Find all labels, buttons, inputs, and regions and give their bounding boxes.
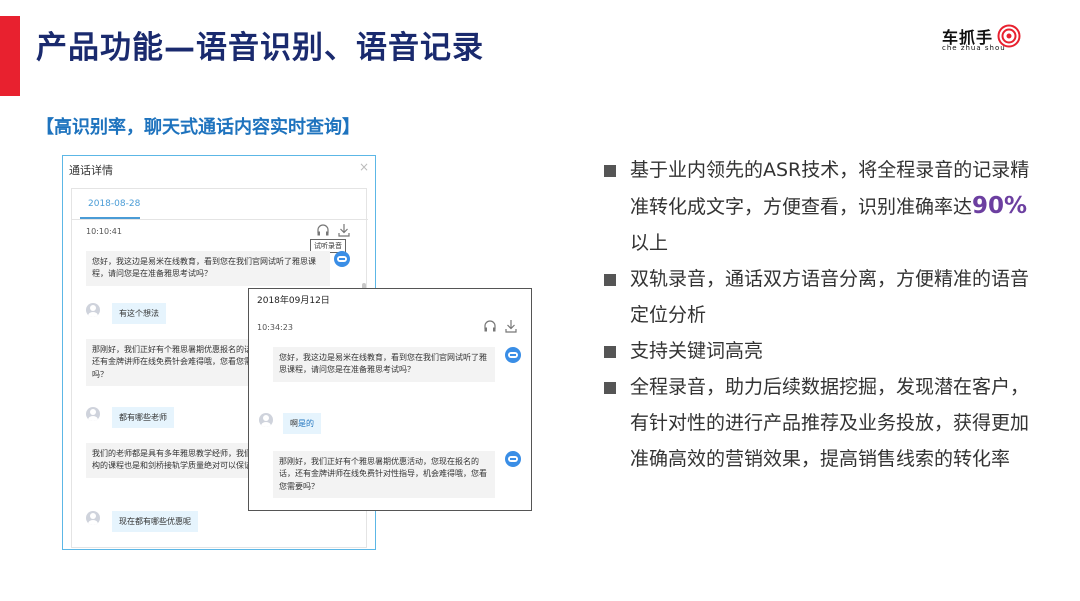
agent-message-bubble: 我们的老师都是具有多年雅思教学经师，我们机构的课程也是和剑桥接轨学质量绝对可以保… [86, 443, 266, 478]
agent-message-bubble: 那刚好，我们正好有个雅思暑期优惠报名的话，还有金牌讲师在线免费针会难得哦，您看您… [86, 339, 266, 387]
agent-bot-icon [505, 451, 521, 467]
agent-bot-icon [505, 347, 521, 363]
playback-controls [317, 224, 350, 237]
agent-message-bubble: 您好，我这边是易米在线教育，看到您在我们官网试听了雅思课程，请问您是在准备雅思考… [273, 347, 495, 382]
logo-mark-icon [997, 24, 1021, 48]
customer-message-bubble: 有这个想法 [112, 303, 166, 324]
feature-item: 基于业内领先的ASR技术，将全程录音的记录精准转化成文字，方便查看，识别准确率达… [602, 152, 1042, 261]
headphone-icon[interactable] [484, 320, 496, 332]
agent-message-bubble: 那刚好，我们正好有个雅思暑期优惠活动，您现在报名的话，还有金牌讲师在线免费针对性… [273, 451, 495, 499]
tab-divider [72, 219, 368, 220]
feature-item: 支持关键词高亮 [602, 333, 1042, 369]
section-subheading: 【高识别率，聊天式通话内容实时查询】 [36, 117, 360, 138]
user-avatar-icon [86, 303, 100, 317]
accuracy-highlight: 90% [972, 193, 1028, 219]
message-text: 啊 [290, 419, 298, 428]
agent-message-bubble: 您好，我这边是易米在线教育，看到您在我们官网试听了雅思课程，请问您是在准备雅思考… [86, 251, 330, 286]
download-icon[interactable] [338, 224, 350, 237]
feature-text: 以上 [630, 232, 669, 254]
feature-list: 基于业内领先的ASR技术，将全程录音的记录精准转化成文字，方便查看，识别准确率达… [602, 152, 1042, 477]
agent-bot-icon [334, 251, 350, 267]
download-icon[interactable] [505, 320, 517, 333]
keyword-highlight: 是的 [298, 419, 314, 428]
customer-message-bubble: 都有哪些老师 [112, 407, 174, 428]
page-title: 产品功能—语音识别、语音记录 [36, 30, 484, 66]
call-detail-zoom-panel: 2018年09月12日 10:34:23 您好，我这边是易米在线教育，看到您在我… [248, 288, 532, 511]
feature-item: 双轨录音，通话双方语音分离，方便精准的语音定位分析 [602, 261, 1042, 333]
close-icon[interactable]: × [359, 160, 369, 174]
call-time: 10:34:23 [257, 323, 293, 332]
feature-text: 基于业内领先的ASR技术，将全程录音的记录精准转化成文字，方便查看，识别准确率达 [630, 159, 1030, 218]
title-accent-bar [0, 16, 20, 96]
playback-controls [484, 320, 517, 333]
brand-logo: 车抓手 che zhua shou [934, 22, 1034, 56]
call-date: 2018年09月12日 [257, 296, 330, 306]
feature-item: 全程录音，助力后续数据挖掘，发现潜在客户，有针对性的进行产品推荐及业务投放，获得… [602, 369, 1042, 477]
headphone-icon[interactable] [317, 224, 329, 236]
customer-message-bubble: 啊是的 [283, 413, 321, 434]
call-time: 10:10:41 [86, 227, 122, 236]
dialog-title: 通话详情 [69, 164, 113, 177]
tab-date[interactable]: 2018-08-28 [88, 199, 140, 209]
user-avatar-icon [259, 413, 273, 427]
user-avatar-icon [86, 511, 100, 525]
customer-message-bubble: 现在都有哪些优惠呢 [112, 511, 198, 532]
user-avatar-icon [86, 407, 100, 421]
